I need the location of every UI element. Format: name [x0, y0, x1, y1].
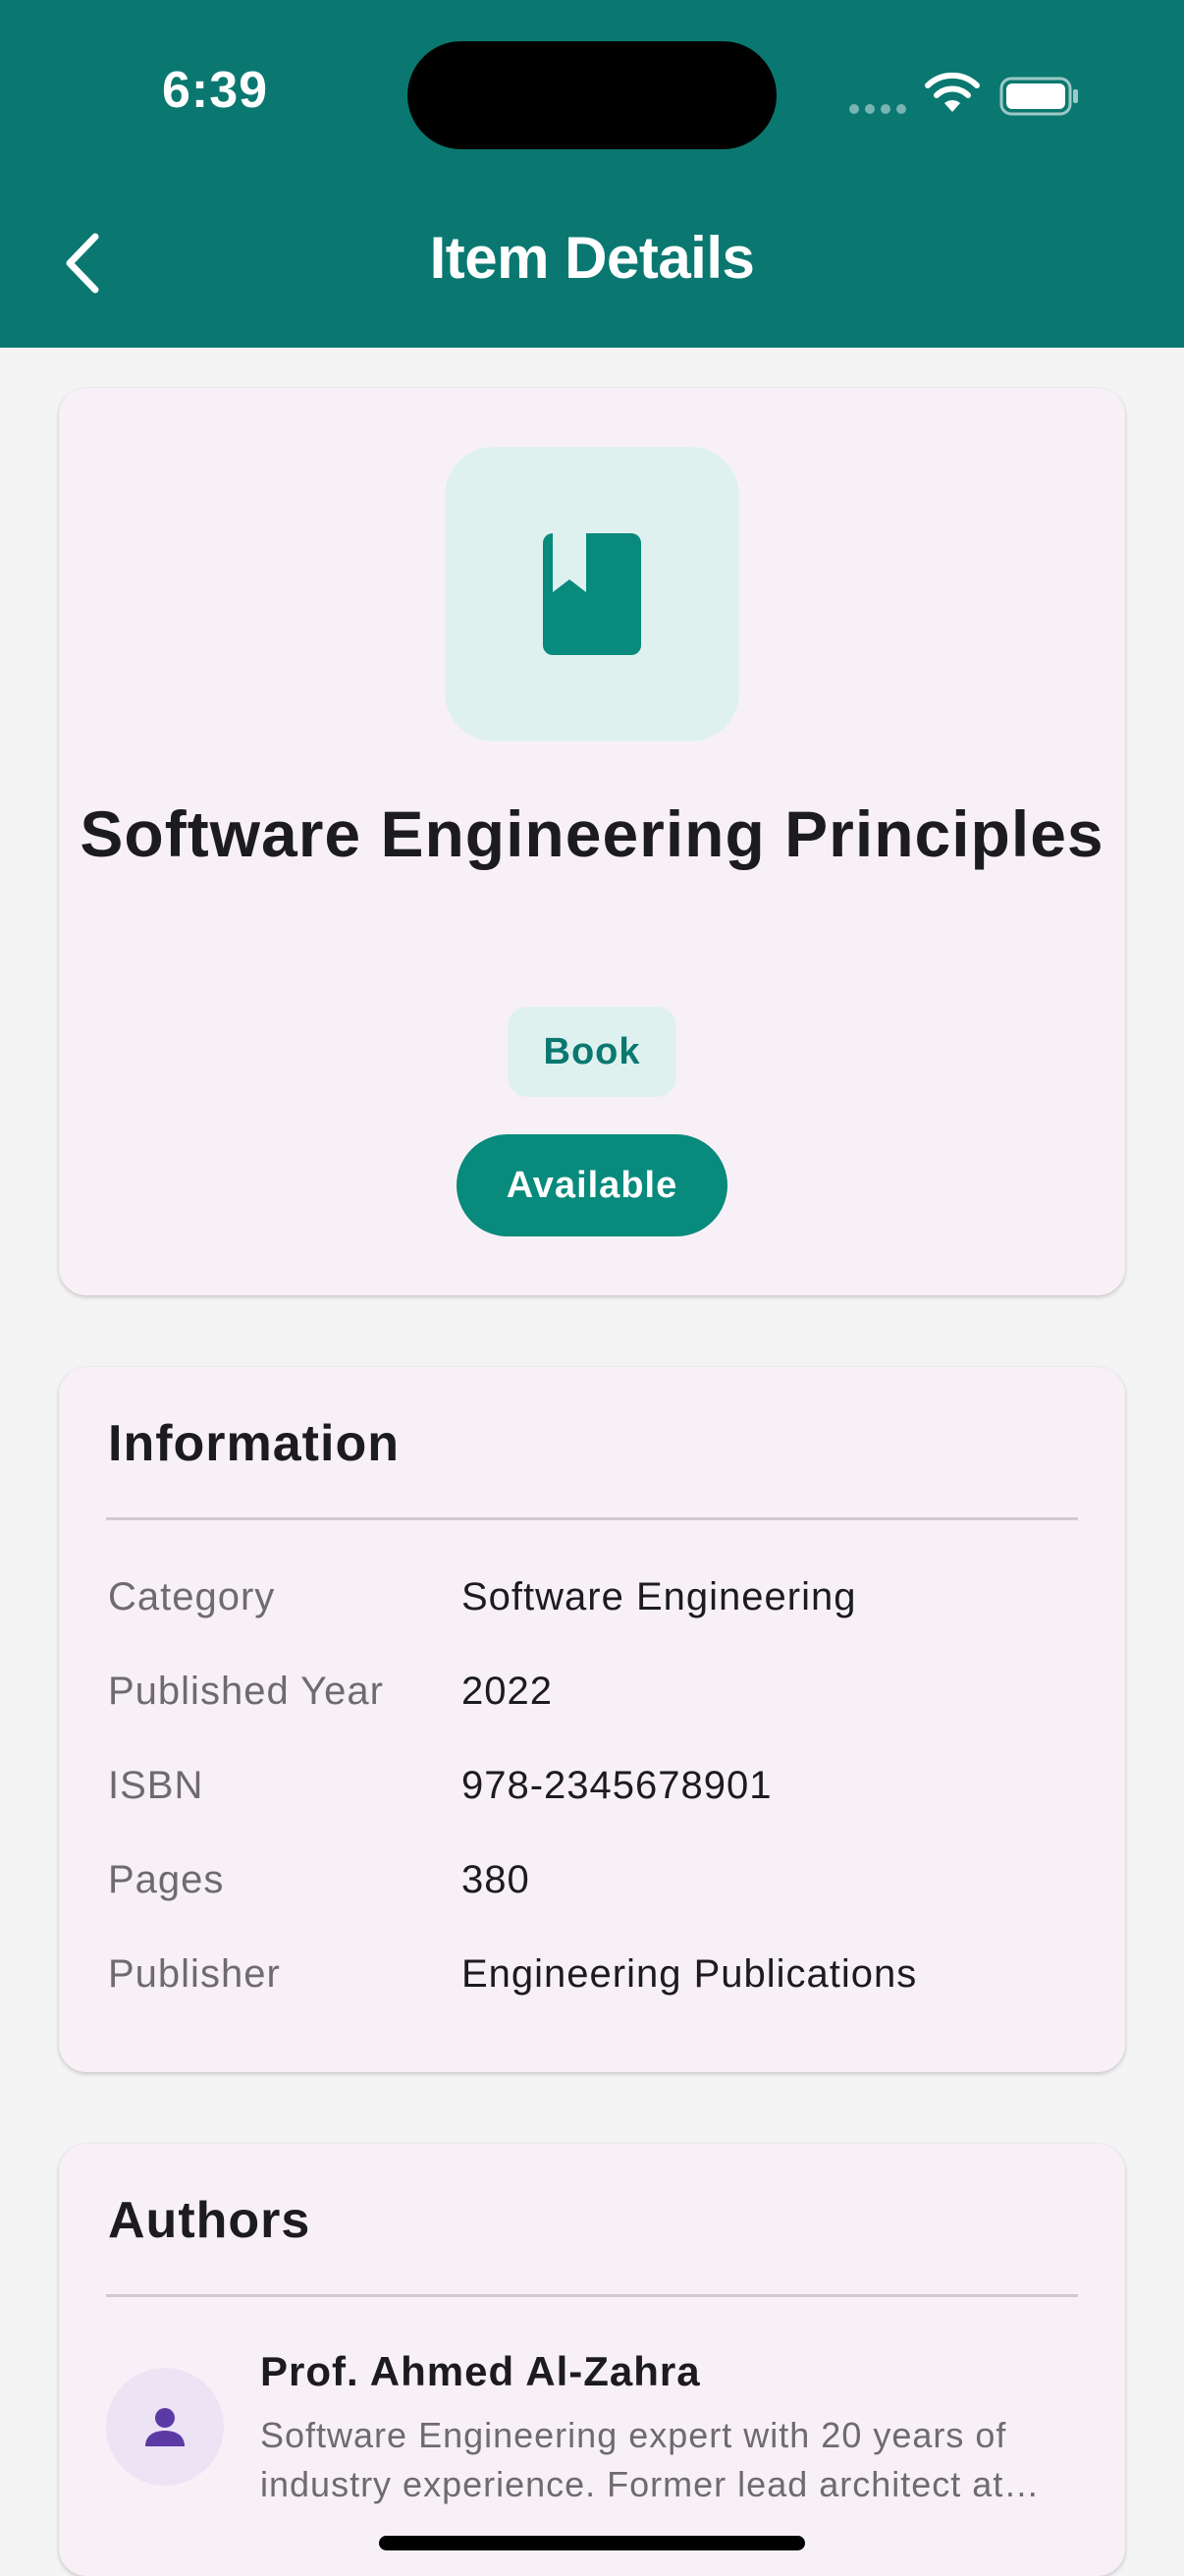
information-card: Information Category Software Engineerin… [59, 1367, 1125, 2072]
person-icon [145, 2408, 185, 2446]
page-title: Item Details [429, 225, 755, 291]
info-row-published-year: Published Year 2022 [108, 1670, 1080, 1728]
info-label: Category [108, 1575, 276, 1618]
book-icon [543, 533, 641, 655]
authors-heading: Authors [108, 2192, 311, 2249]
app-bar: 6:39 Item Details [0, 0, 1184, 348]
cellular-signal-icon [849, 104, 906, 114]
dynamic-island [407, 41, 777, 149]
info-value: 380 [461, 1858, 530, 1901]
authors-divider [106, 2294, 1078, 2297]
item-title: Software Engineering Principles [80, 797, 1104, 870]
info-row-publisher: Publisher Engineering Publications [108, 1952, 1080, 2011]
battery-icon [999, 77, 1078, 116]
info-label: Pages [108, 1858, 225, 1901]
availability-status-badge: Available [457, 1134, 727, 1236]
info-label: ISBN [108, 1764, 204, 1807]
info-value: Engineering Publications [461, 1952, 918, 1996]
info-value: 978-2345678901 [461, 1764, 773, 1807]
info-label: Publisher [108, 1952, 281, 1996]
item-type-chip: Book [508, 1007, 676, 1097]
home-indicator [379, 2536, 805, 2550]
information-divider [106, 1517, 1078, 1520]
wifi-icon [925, 72, 980, 112]
authors-card: Authors Prof. Ahmed Al-Zahra Software En… [59, 2144, 1125, 2576]
author-avatar [106, 2368, 224, 2486]
author-name: Prof. Ahmed Al-Zahra [260, 2348, 701, 2394]
item-summary-card: Software Engineering Principles Book Ava… [59, 388, 1125, 1295]
info-row-category: Category Software Engineering [108, 1575, 1080, 1634]
info-label: Published Year [108, 1670, 384, 1713]
author-bio: Software Engineering expert with 20 year… [260, 2415, 1041, 2504]
info-value: 2022 [461, 1670, 553, 1713]
info-row-isbn: ISBN 978-2345678901 [108, 1764, 1080, 1823]
information-heading: Information [108, 1415, 400, 1472]
status-time: 6:39 [162, 62, 269, 119]
info-value: Software Engineering [461, 1575, 857, 1618]
info-row-pages: Pages 380 [108, 1858, 1080, 1917]
item-icon-container [445, 447, 739, 741]
